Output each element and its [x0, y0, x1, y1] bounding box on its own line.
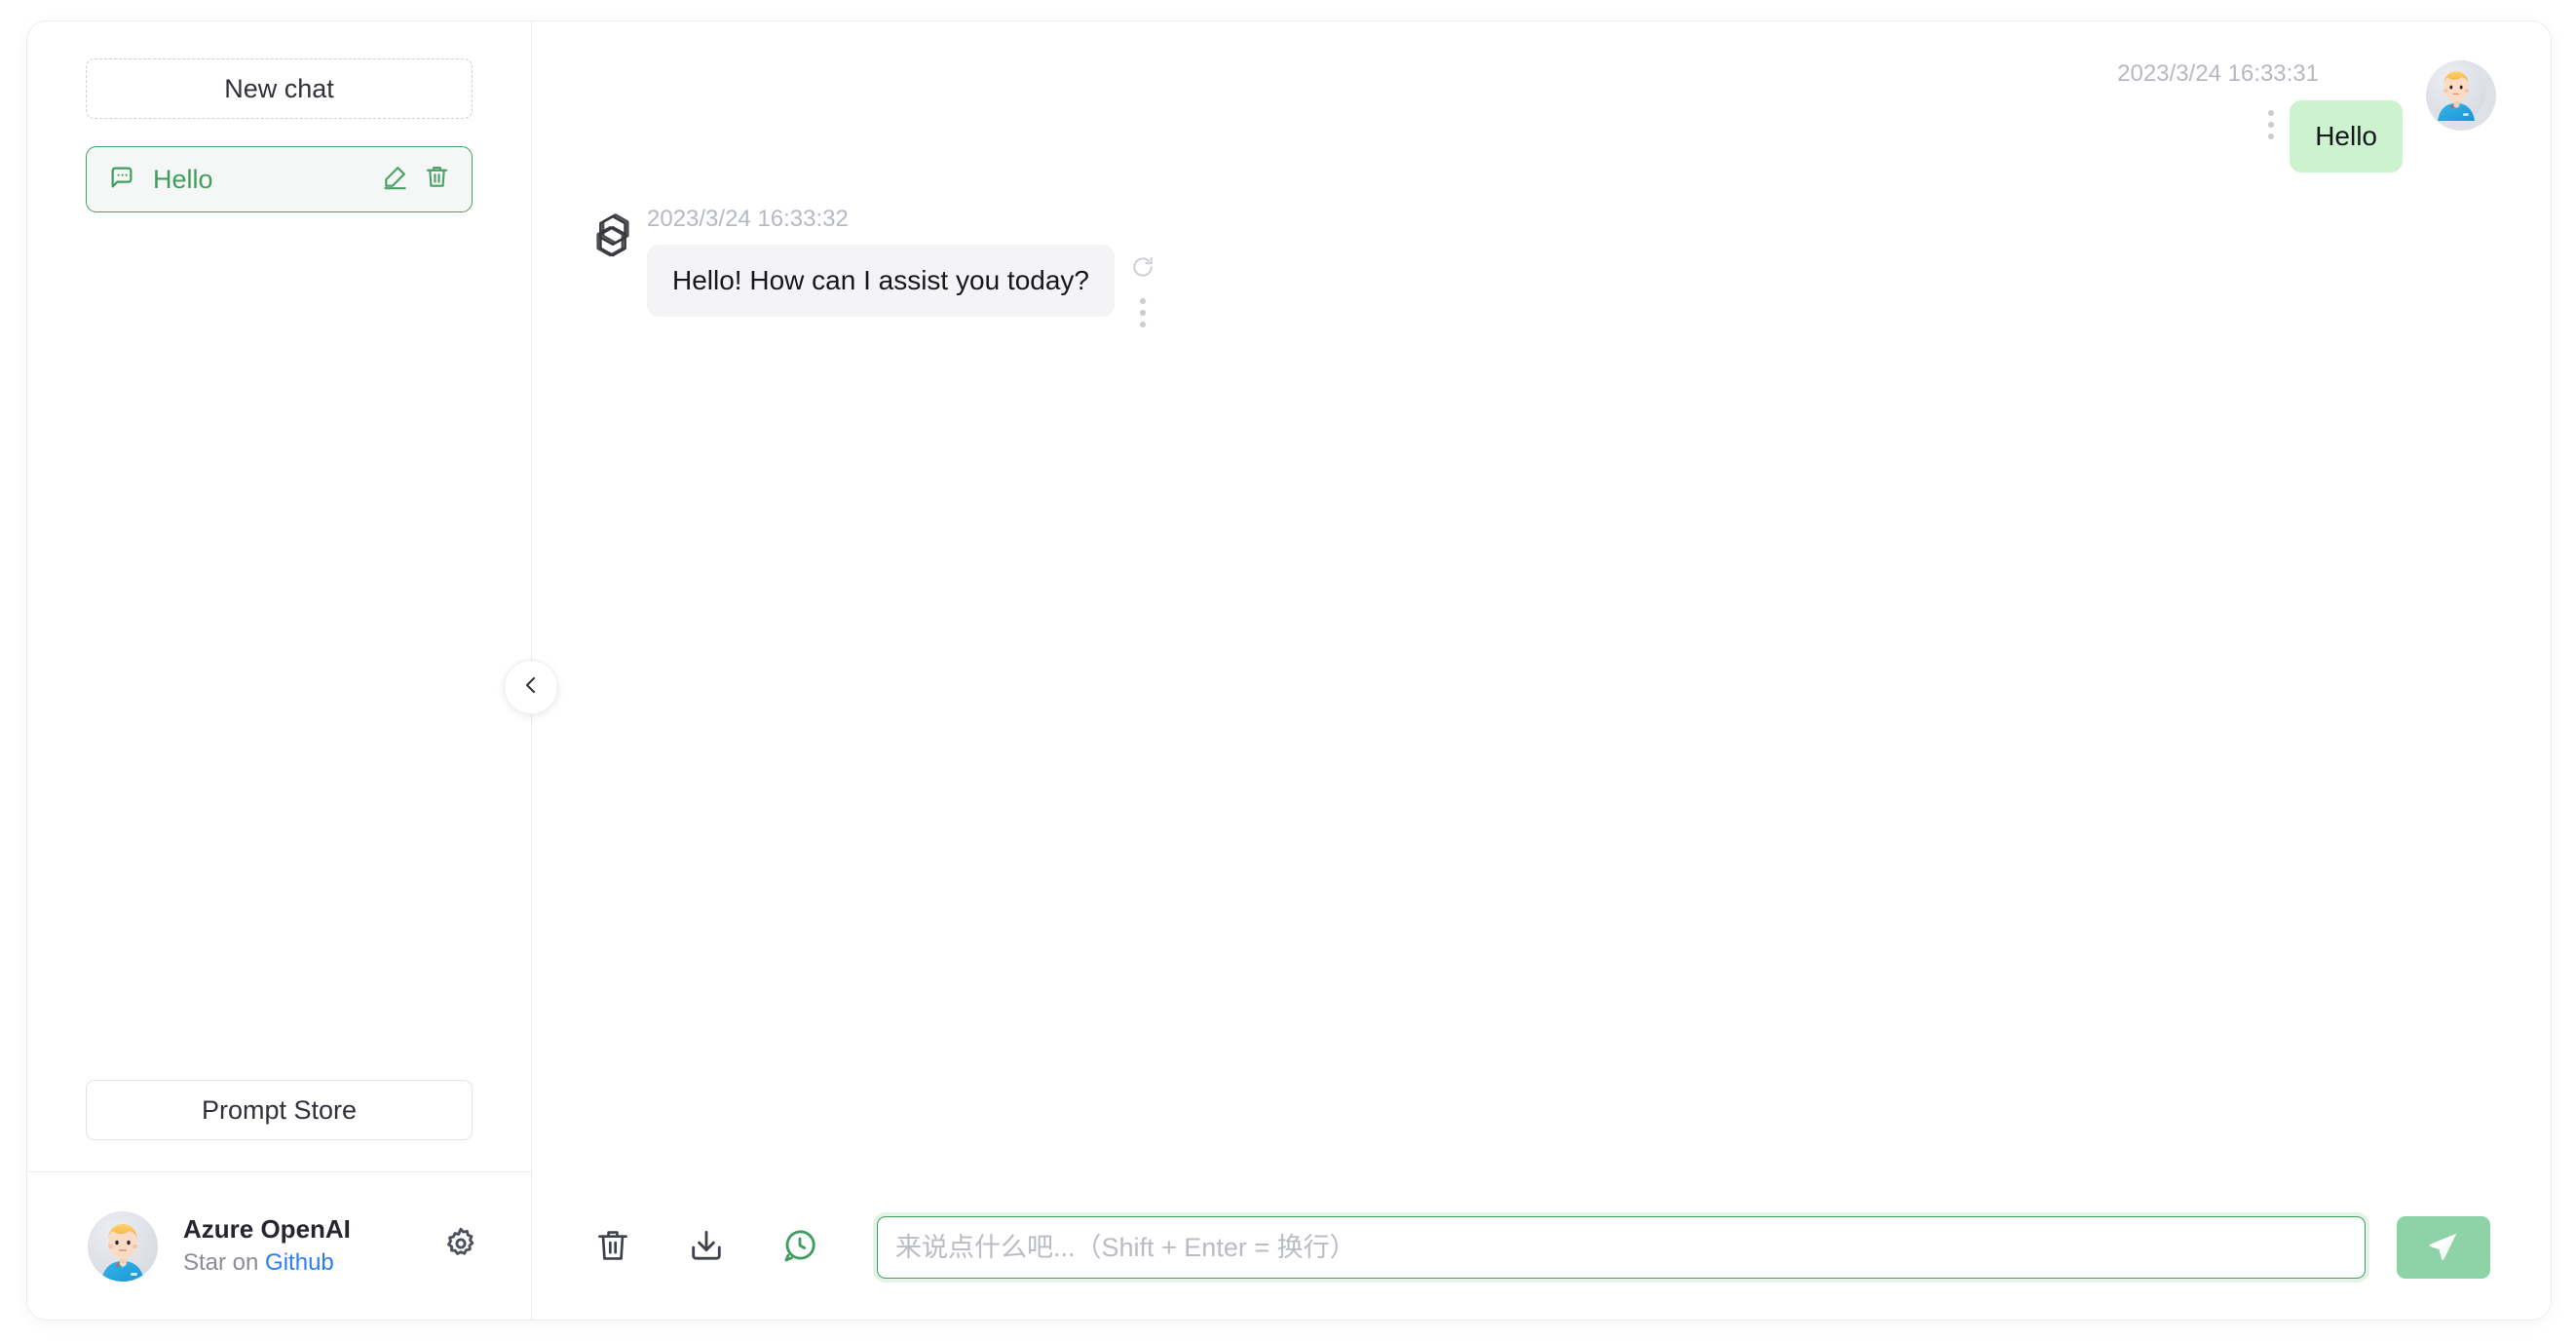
trash-icon — [594, 1227, 631, 1269]
bubble-row: Hello — [2117, 99, 2403, 172]
message-list: 2023/3/24 16:33:31 Hello 2023/3/24 16:33… — [532, 21, 2551, 1175]
trash-icon[interactable] — [424, 164, 450, 195]
user-avatar[interactable] — [88, 1210, 158, 1282]
chat-history-button[interactable] — [770, 1217, 830, 1278]
message-avatar — [587, 206, 647, 328]
new-chat-label: New chat — [224, 73, 334, 103]
sidebar: New chat Hello Prompt Store Azure OpenAI… — [27, 21, 557, 1320]
send-button[interactable] — [2397, 1216, 2490, 1279]
send-plane-icon — [2427, 1230, 2460, 1266]
message-body: 2023/3/24 16:33:32 Hello! How can I assi… — [647, 206, 1155, 328]
new-chat-button[interactable]: New chat — [86, 58, 473, 119]
message-user: 2023/3/24 16:33:31 Hello — [587, 60, 2496, 172]
message-timestamp: 2023/3/24 16:33:31 — [2117, 60, 2319, 87]
clear-conversation-button[interactable] — [583, 1217, 643, 1278]
chat-list-item-label: Hello — [153, 164, 213, 194]
chat-list-item-hello[interactable]: Hello — [86, 146, 473, 212]
chevron-left-icon — [519, 673, 543, 702]
message-text: Hello — [2290, 99, 2403, 172]
prompt-store-label: Prompt Store — [201, 1094, 358, 1125]
profile-subtitle: Star on Github — [183, 1247, 410, 1279]
more-vertical-icon[interactable] — [2268, 109, 2275, 139]
prompt-store-container: Prompt Store — [27, 1080, 531, 1171]
message-timestamp: 2023/3/24 16:33:32 — [647, 205, 849, 232]
profile-text: Azure OpenAI Star on Github — [183, 1212, 410, 1280]
profile-subtitle-prefix: Star on — [183, 1249, 266, 1277]
chat-list-item-actions — [382, 164, 450, 195]
message-input-container[interactable] — [877, 1216, 2366, 1279]
message-actions — [1130, 245, 1155, 328]
profile-name: Azure OpenAI — [183, 1214, 351, 1245]
message-actions — [2268, 100, 2275, 139]
chat-list: Hello — [86, 146, 473, 1080]
github-link[interactable]: Github — [265, 1249, 334, 1276]
pencil-icon[interactable] — [382, 164, 408, 195]
app-window: New chat Hello Prompt Store Azure OpenAI… — [27, 21, 2551, 1320]
chat-history-icon — [781, 1227, 818, 1269]
sidebar-collapse-button[interactable] — [505, 661, 557, 713]
settings-button[interactable] — [436, 1221, 486, 1272]
message-input[interactable] — [895, 1232, 2347, 1263]
user-avatar — [2426, 60, 2496, 131]
sidebar-content: New chat Hello — [27, 21, 531, 1080]
bubble-row: Hello! How can I assist you today? — [647, 245, 1155, 328]
main-pane: 2023/3/24 16:33:31 Hello 2023/3/24 16:33… — [532, 21, 2551, 1320]
composer — [532, 1175, 2551, 1320]
download-icon — [688, 1227, 725, 1269]
more-vertical-icon[interactable] — [1139, 298, 1146, 328]
message-text: Hello! How can I assist you today? — [647, 245, 1115, 318]
prompt-store-button[interactable]: Prompt Store — [86, 1080, 473, 1140]
profile-bar: Azure OpenAI Star on Github — [27, 1171, 531, 1320]
refresh-icon[interactable] — [1130, 254, 1155, 285]
openai-logo-icon — [587, 212, 639, 266]
message-assistant: 2023/3/24 16:33:32 Hello! How can I assi… — [587, 206, 2496, 328]
chat-bubble-icon — [108, 164, 135, 196]
export-conversation-button[interactable] — [676, 1217, 737, 1278]
message-body: 2023/3/24 16:33:31 Hello — [2117, 60, 2403, 172]
message-avatar — [2426, 60, 2496, 172]
gear-icon — [442, 1225, 479, 1267]
